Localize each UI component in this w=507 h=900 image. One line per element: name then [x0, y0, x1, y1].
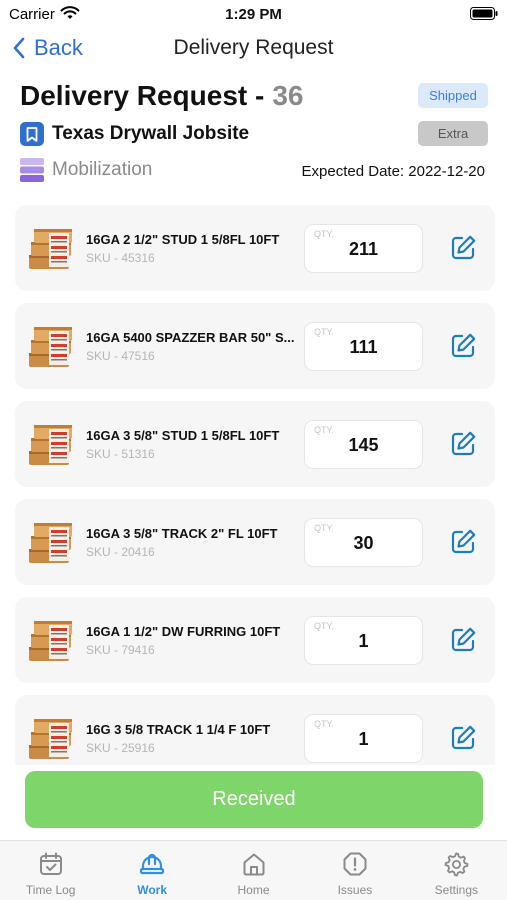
- item-name: 16GA 3 5/8" STUD 1 5/8FL 10FT: [86, 428, 280, 443]
- quantity-field[interactable]: QTY. 1: [304, 616, 423, 665]
- item-card[interactable]: 16GA 3 5/8" STUD 1 5/8FL 10FT SKU - 5131…: [15, 401, 495, 487]
- qty-label: QTY.: [314, 327, 334, 337]
- hard-hat-icon: [140, 853, 165, 875]
- qty-label: QTY.: [314, 425, 334, 435]
- product-bag-icon: [29, 425, 72, 465]
- edit-icon[interactable]: [449, 430, 477, 458]
- layers-icon: [20, 158, 44, 182]
- back-button[interactable]: Back: [12, 28, 83, 68]
- product-bag-icon: [29, 523, 72, 563]
- qty-value: 30: [353, 533, 374, 553]
- bookmark-icon: [20, 122, 44, 146]
- qty-value: 145: [348, 435, 379, 455]
- item-name: 16GA 3 5/8" TRACK 2" FL 10FT: [86, 526, 278, 541]
- qty-label: QTY.: [314, 719, 334, 729]
- quantity-field[interactable]: QTY. 30: [304, 518, 423, 567]
- status-badge: Shipped: [418, 83, 488, 108]
- quantity-field[interactable]: QTY. 1: [304, 714, 423, 763]
- item-list[interactable]: 16GA 2 1/2" STUD 1 5/8FL 10FT SKU - 4531…: [15, 205, 495, 765]
- item-sku: SKU - 45316: [86, 251, 155, 265]
- item-name: 16GA 1 1/2" DW FURRING 10FT: [86, 624, 281, 639]
- item-card[interactable]: 16GA 2 1/2" STUD 1 5/8FL 10FT SKU - 4531…: [15, 205, 495, 291]
- qty-value: 211: [348, 239, 379, 259]
- tab-settings[interactable]: Settings: [406, 841, 507, 900]
- tab-label: Work: [137, 883, 167, 897]
- item-name: 16GA 5400 SPAZZER BAR 50" S...: [86, 330, 295, 345]
- quantity-field[interactable]: QTY. 111: [304, 322, 423, 371]
- type-badge: Extra: [418, 121, 488, 146]
- tab-label: Time Log: [25, 883, 76, 897]
- chevron-left-icon: [13, 37, 25, 59]
- item-name: 16GA 2 1/2" STUD 1 5/8FL 10FT: [86, 232, 280, 247]
- tab-issues[interactable]: Issues: [304, 841, 405, 900]
- request-number: 36: [272, 80, 304, 111]
- edit-icon[interactable]: [449, 528, 477, 556]
- page-title: Delivery Request -36: [20, 80, 303, 112]
- item-sku: SKU - 25916: [86, 741, 155, 755]
- expected-date: Expected Date: 2022-12-20: [301, 163, 485, 180]
- home-icon: [243, 853, 265, 876]
- qty-label: QTY.: [314, 621, 334, 631]
- quantity-field[interactable]: QTY. 211: [304, 224, 423, 273]
- product-bag-icon: [29, 229, 72, 269]
- qty-value: 1: [358, 729, 369, 749]
- nav-bar: Back Delivery Request: [0, 28, 507, 72]
- tab-work[interactable]: Work: [101, 841, 202, 900]
- item-sku: SKU - 47516: [86, 349, 155, 363]
- item-card[interactable]: 16GA 5400 SPAZZER BAR 50" S... SKU - 475…: [15, 303, 495, 389]
- tab-label: Settings: [434, 883, 478, 897]
- qty-label: QTY.: [314, 523, 334, 533]
- tab-time-log[interactable]: Time Log: [0, 841, 101, 900]
- item-card[interactable]: 16GA 1 1/2" DW FURRING 10FT SKU - 79416 …: [15, 597, 495, 683]
- product-bag-icon: [29, 719, 72, 759]
- received-button[interactable]: Received: [25, 771, 483, 828]
- alert-icon: [343, 852, 367, 876]
- product-bag-icon: [29, 621, 72, 661]
- product-bag-icon: [29, 327, 72, 367]
- calendar-check-icon: [39, 852, 62, 875]
- item-sku: SKU - 79416: [86, 643, 155, 657]
- tab-label: Home: [237, 883, 270, 897]
- tab-label: Issues: [337, 883, 373, 897]
- page-title-text: Delivery Request -: [20, 80, 265, 111]
- status-bar: Carrier 1:29 PM: [0, 0, 507, 28]
- phase-name: Mobilization: [52, 159, 153, 180]
- edit-icon[interactable]: [449, 724, 477, 752]
- item-card[interactable]: 16G 3 5/8 TRACK 1 1/4 F 10FT SKU - 25916…: [15, 695, 495, 765]
- clock: 1:29 PM: [225, 6, 282, 23]
- battery-icon: [470, 7, 498, 20]
- back-label: Back: [34, 35, 83, 60]
- qty-value: 111: [349, 337, 378, 357]
- tab-bar: Time Log Work Home Issues Settings: [0, 840, 507, 900]
- edit-icon[interactable]: [449, 234, 477, 262]
- edit-icon[interactable]: [449, 626, 477, 654]
- qty-value: 1: [358, 631, 369, 651]
- item-sku: SKU - 20416: [86, 545, 155, 559]
- phase-row: Mobilization: [20, 158, 152, 182]
- jobsite-row: Texas Drywall Jobsite: [20, 122, 249, 146]
- item-card[interactable]: 16GA 3 5/8" TRACK 2" FL 10FT SKU - 20416…: [15, 499, 495, 585]
- edit-icon[interactable]: [449, 332, 477, 360]
- qty-label: QTY.: [314, 229, 334, 239]
- item-name: 16G 3 5/8 TRACK 1 1/4 F 10FT: [86, 722, 271, 737]
- quantity-field[interactable]: QTY. 145: [304, 420, 423, 469]
- jobsite-name: Texas Drywall Jobsite: [52, 123, 250, 144]
- item-sku: SKU - 51316: [86, 447, 155, 461]
- gear-icon: [444, 852, 469, 877]
- tab-home[interactable]: Home: [203, 841, 304, 900]
